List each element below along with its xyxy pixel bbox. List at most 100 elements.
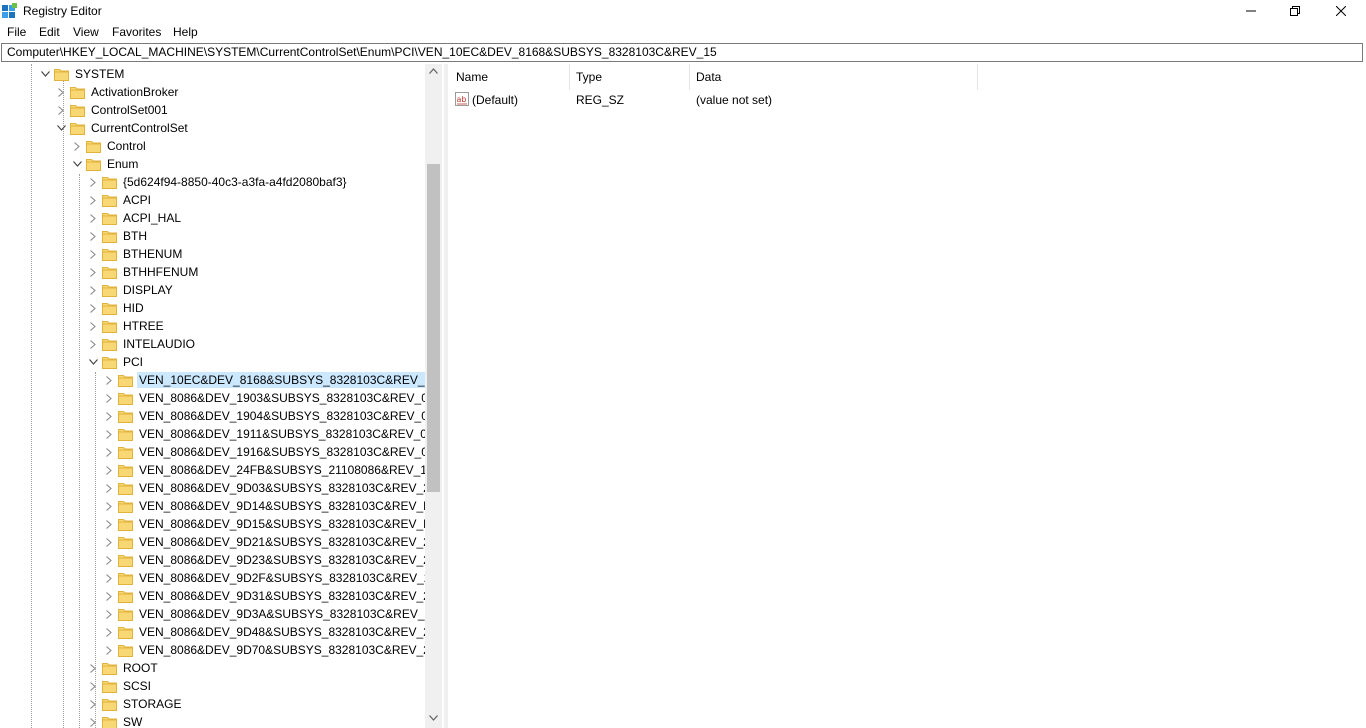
chevron-right-icon[interactable] (102, 461, 116, 479)
folder-icon (70, 86, 85, 99)
tree-node[interactable]: ControlSet001 (54, 101, 170, 119)
tree-node[interactable]: Control (70, 137, 148, 155)
tree-node[interactable]: HID (86, 299, 146, 317)
tree-node[interactable]: CurrentControlSet (54, 119, 190, 137)
chevron-right-icon[interactable] (86, 677, 100, 695)
tree-node[interactable]: VEN_8086&DEV_9D3A&SUBSYS_8328103C&REV_21 (102, 605, 440, 623)
chevron-right-icon[interactable] (86, 227, 100, 245)
tree-node[interactable]: VEN_8086&DEV_9D21&SUBSYS_8328103C&REV_21 (102, 533, 439, 551)
tree-node[interactable]: INTELAUDIO (86, 335, 197, 353)
chevron-down-icon[interactable] (38, 65, 52, 83)
folder-icon (118, 626, 133, 639)
chevron-right-icon[interactable] (54, 101, 68, 119)
menu-view[interactable]: View (73, 25, 99, 39)
table-row[interactable]: ab (Default) REG_SZ (value not set) (448, 91, 978, 109)
tree-node[interactable]: VEN_8086&DEV_1903&SUBSYS_8328103C&REV_08 (102, 389, 437, 407)
chevron-right-icon[interactable] (102, 497, 116, 515)
tree-node[interactable]: PCI (86, 353, 145, 371)
chevron-right-icon[interactable] (86, 281, 100, 299)
chevron-right-icon[interactable] (86, 209, 100, 227)
chevron-right-icon[interactable] (102, 569, 116, 587)
folder-icon (102, 302, 117, 315)
tree-node[interactable]: ROOT (86, 659, 160, 677)
chevron-right-icon[interactable] (102, 371, 116, 389)
chevron-right-icon[interactable] (102, 443, 116, 461)
chevron-down-icon[interactable] (86, 353, 100, 371)
tree-node[interactable]: Enum (70, 155, 140, 173)
tree-node[interactable]: VEN_8086&DEV_9D48&SUBSYS_8328103C&REV_21 (102, 623, 439, 641)
menu-help[interactable]: Help (173, 25, 198, 39)
tree-node[interactable]: BTH (86, 227, 149, 245)
scroll-up-icon[interactable] (429, 68, 438, 74)
tree-node[interactable]: BTHHFENUM (86, 263, 200, 281)
chevron-right-icon[interactable] (86, 713, 100, 728)
tree-node[interactable]: VEN_8086&DEV_9D70&SUBSYS_8328103C&REV_21 (102, 641, 439, 659)
chevron-right-icon[interactable] (102, 389, 116, 407)
tree-node[interactable]: HTREE (86, 317, 166, 335)
restore-button[interactable] (1272, 0, 1318, 22)
column-divider[interactable] (977, 64, 978, 90)
folder-icon (102, 266, 117, 279)
tree-node[interactable]: VEN_8086&DEV_9D2F&SUBSYS_8328103C&REV_21 (102, 569, 439, 587)
chevron-right-icon[interactable] (54, 83, 68, 101)
close-button[interactable] (1318, 0, 1364, 22)
folder-icon (118, 446, 133, 459)
tree-node[interactable]: DISPLAY (86, 281, 175, 299)
folder-icon (118, 410, 133, 423)
tree-node[interactable]: SW (86, 713, 144, 728)
chevron-right-icon[interactable] (102, 425, 116, 443)
tree-node[interactable]: VEN_8086&DEV_9D31&SUBSYS_8328103C&REV_21 (102, 587, 439, 605)
menu-favorites[interactable]: Favorites (112, 25, 161, 39)
tree-node[interactable]: VEN_8086&DEV_1904&SUBSYS_8328103C&REV_08 (102, 407, 437, 425)
tree-node[interactable]: BTHENUM (86, 245, 184, 263)
tree-node[interactable]: VEN_8086&DEV_9D14&SUBSYS_8328103C&REV_F1 (102, 497, 439, 515)
menu-edit[interactable]: Edit (39, 25, 60, 39)
tree-node[interactable]: VEN_8086&DEV_1911&SUBSYS_8328103C&REV_00 (102, 425, 436, 443)
tree-node[interactable]: VEN_8086&DEV_1916&SUBSYS_8328103C&REV_07 (102, 443, 437, 461)
tree-scrollbar[interactable] (425, 64, 442, 728)
tree-node[interactable]: VEN_8086&DEV_24FB&SUBSYS_21108086&REV_10 (102, 461, 436, 479)
column-header-name[interactable]: Name (448, 64, 570, 90)
address-bar[interactable]: Computer\HKEY_LOCAL_MACHINE\SYSTEM\Curre… (1, 43, 1363, 62)
column-header-type[interactable]: Type (568, 64, 688, 90)
column-header-data[interactable]: Data (688, 64, 977, 90)
tree-node[interactable]: SCSI (86, 677, 153, 695)
chevron-right-icon[interactable] (102, 587, 116, 605)
chevron-right-icon[interactable] (86, 335, 100, 353)
scroll-down-icon[interactable] (429, 715, 438, 721)
tree-node[interactable]: VEN_8086&DEV_9D23&SUBSYS_8328103C&REV_21 (102, 551, 439, 569)
tree-node[interactable]: ActivationBroker (54, 83, 180, 101)
chevron-right-icon[interactable] (102, 515, 116, 533)
tree-node[interactable]: {5d624f94-8850-40c3-a3fa-a4fd2080baf3} (86, 173, 349, 191)
folder-icon (102, 230, 117, 243)
chevron-right-icon[interactable] (102, 641, 116, 659)
chevron-right-icon[interactable] (86, 299, 100, 317)
tree-node[interactable]: VEN_8086&DEV_9D03&SUBSYS_8328103C&REV_21 (102, 479, 439, 497)
tree-node[interactable]: VEN_8086&DEV_9D15&SUBSYS_8328103C&REV_F1 (102, 515, 439, 533)
chevron-right-icon[interactable] (86, 317, 100, 335)
tree-node[interactable]: STORAGE (86, 695, 183, 713)
chevron-right-icon[interactable] (70, 137, 84, 155)
chevron-down-icon[interactable] (54, 119, 68, 137)
chevron-right-icon[interactable] (102, 551, 116, 569)
chevron-right-icon[interactable] (86, 263, 100, 281)
menu-file[interactable]: File (7, 25, 26, 39)
tree-node[interactable]: ACPI (86, 191, 153, 209)
chevron-right-icon[interactable] (102, 407, 116, 425)
scrollbar-thumb[interactable] (427, 164, 440, 492)
tree-node[interactable]: SYSTEM (38, 65, 126, 83)
chevron-down-icon[interactable] (70, 155, 84, 173)
chevron-right-icon[interactable] (102, 605, 116, 623)
chevron-right-icon[interactable] (86, 245, 100, 263)
chevron-right-icon[interactable] (102, 533, 116, 551)
chevron-right-icon[interactable] (86, 191, 100, 209)
chevron-right-icon[interactable] (86, 173, 100, 191)
chevron-right-icon[interactable] (86, 659, 100, 677)
tree-node[interactable]: ACPI_HAL (86, 209, 183, 227)
minimize-button[interactable] (1228, 0, 1274, 22)
chevron-right-icon[interactable] (102, 623, 116, 641)
chevron-right-icon[interactable] (86, 695, 100, 713)
chevron-right-icon[interactable] (102, 479, 116, 497)
tree-node-label: CurrentControlSet (91, 121, 188, 135)
tree-node[interactable]: VEN_10EC&DEV_8168&SUBSYS_8328103C&REV_15 (102, 371, 440, 389)
